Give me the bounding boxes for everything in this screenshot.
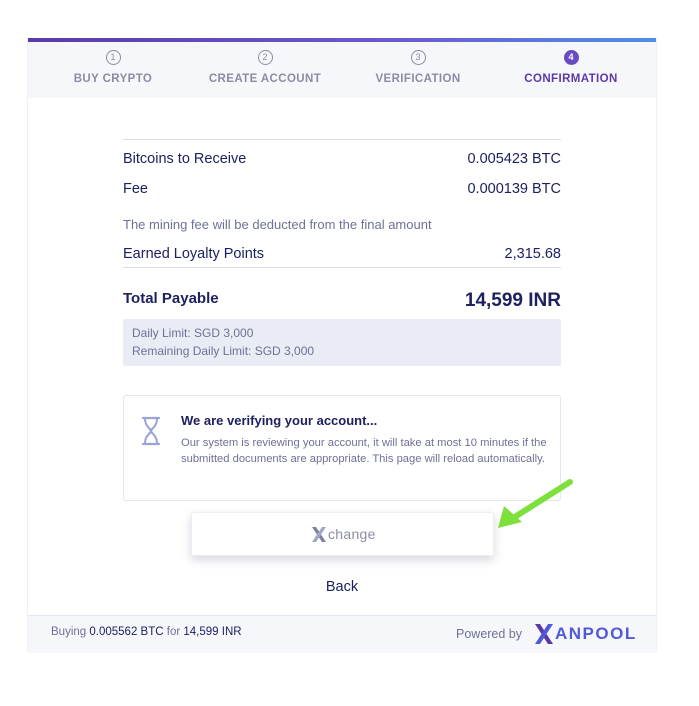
verification-title: We are verifying your account... — [181, 413, 378, 428]
xchange-label: change — [328, 526, 376, 542]
buying-prefix: Buying — [51, 626, 87, 638]
x-logo-icon — [312, 527, 326, 542]
checkout-card: 1 BUY CRYPTO 2 CREATE ACCOUNT 3 VERIFICA… — [27, 38, 657, 653]
step-label: CREATE ACCOUNT — [208, 73, 322, 85]
loyalty-value: 2,315.68 — [504, 246, 561, 262]
step-confirmation: 4 CONFIRMATION — [491, 42, 651, 85]
step-number: 2 — [257, 50, 273, 65]
fee-note: The mining fee will be deducted from the… — [123, 217, 432, 232]
buying-summary: Buying 0.005562 BTC for 14,599 INR — [51, 626, 242, 638]
footer-bar: Buying 0.005562 BTC for 14,599 INR Power… — [28, 615, 656, 653]
brand-name: ANPOOL — [555, 624, 637, 643]
step-number: 4 — [563, 50, 579, 65]
total-value: 14,599 INR — [464, 290, 561, 311]
verification-text: Our system is reviewing your account, it… — [181, 437, 547, 465]
xchange-button[interactable]: change — [191, 512, 494, 556]
green-arrow-annotation — [498, 479, 573, 528]
divider — [123, 139, 561, 140]
step-number: 1 — [105, 50, 121, 65]
total-label: Total Payable — [123, 290, 219, 307]
step-number: 3 — [410, 50, 426, 65]
step-label: BUY CRYPTO — [73, 73, 153, 85]
buying-total: 14,599 INR — [183, 626, 242, 638]
step-buy-crypto: 1 BUY CRYPTO — [33, 42, 193, 85]
step-verification: 3 VERIFICATION — [338, 42, 498, 85]
step-create-account: 2 CREATE ACCOUNT — [185, 42, 345, 85]
step-indicator: 1 BUY CRYPTO 2 CREATE ACCOUNT 3 VERIFICA… — [28, 42, 656, 98]
fee-label: Fee — [123, 181, 148, 197]
xanpool-x-logo-icon — [535, 624, 553, 644]
step-label: VERIFICATION — [375, 73, 461, 85]
daily-limit: Daily Limit: SGD 3,000 — [132, 326, 254, 340]
powered-by-label: Powered by — [456, 627, 523, 641]
step-label: CONFIRMATION — [524, 73, 618, 85]
loyalty-label: Earned Loyalty Points — [123, 246, 265, 262]
buying-for: for — [166, 626, 181, 638]
remaining-limit: Remaining Daily Limit: SGD 3,000 — [132, 344, 315, 358]
back-button[interactable]: Back — [28, 579, 656, 595]
divider — [123, 267, 561, 268]
bitcoins-value: 0.005423 BTC — [467, 151, 561, 167]
bitcoins-label: Bitcoins to Receive — [123, 151, 247, 167]
hourglass-icon — [141, 416, 161, 446]
limits-box: Daily Limit: SGD 3,000 Remaining Daily L… — [123, 319, 561, 366]
fee-value: 0.000139 BTC — [467, 181, 561, 197]
buying-amount: 0.005562 BTC — [89, 626, 164, 638]
